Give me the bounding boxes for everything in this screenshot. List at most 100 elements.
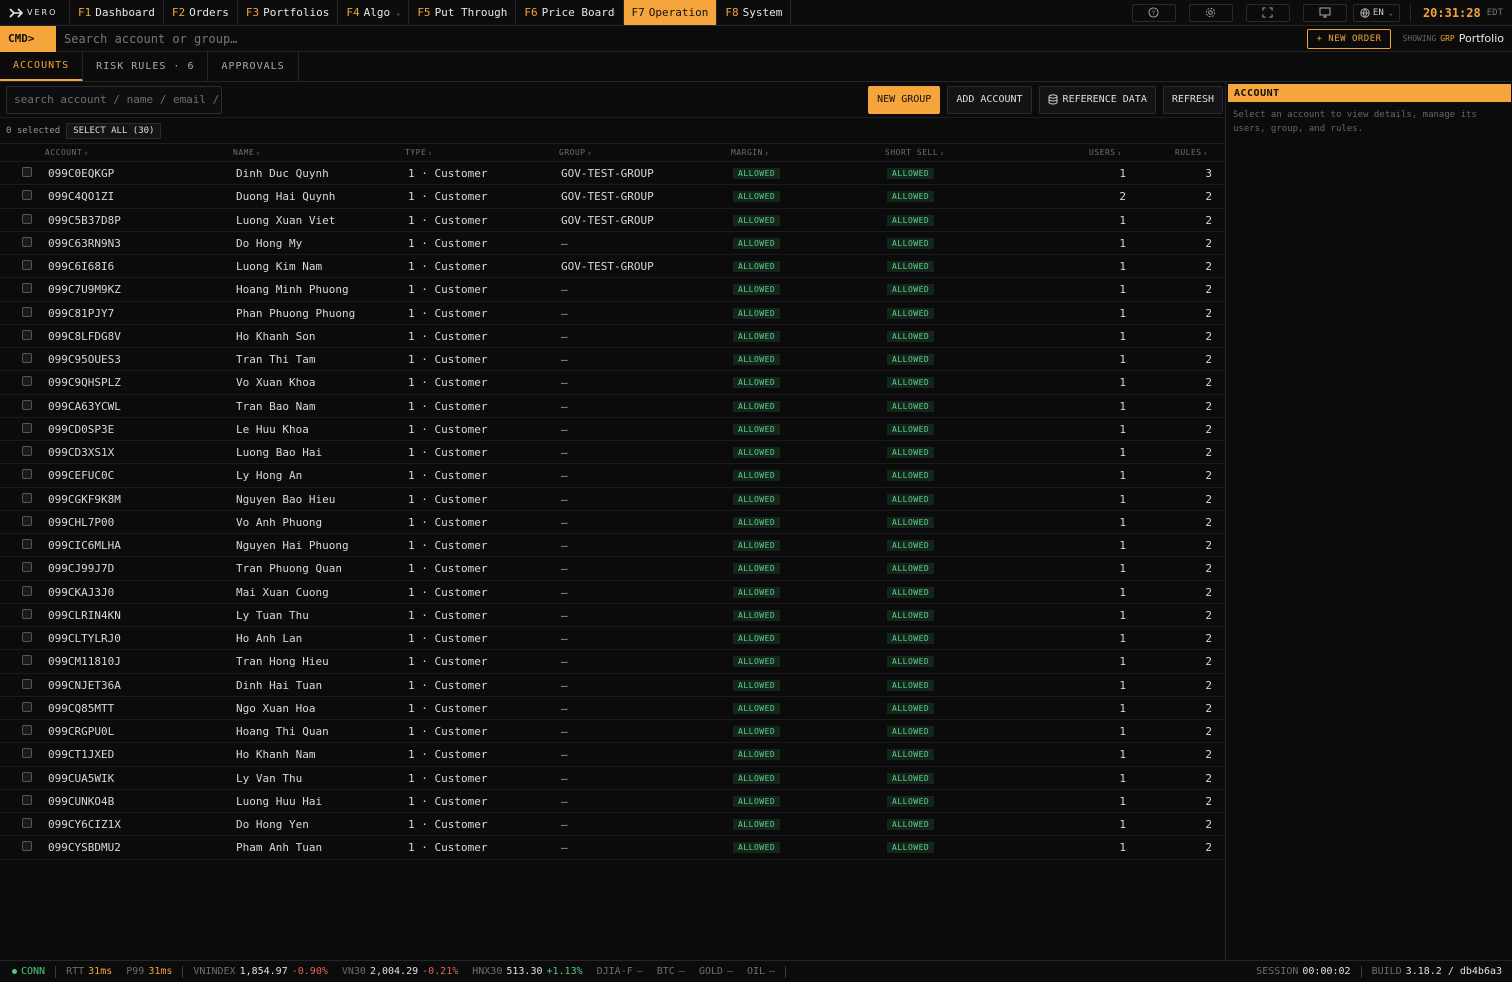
table-row[interactable]: 099CQ85MTT Ngo Xuan Hoa 1 · Customer — ALLOW… (0, 697, 1224, 720)
row-checkbox[interactable] (22, 492, 32, 503)
row-checkbox[interactable] (22, 446, 32, 456)
nav-tab-dashboard[interactable]: F1 Dashboard (70, 0, 164, 25)
row-checkbox[interactable] (22, 701, 32, 712)
p99-stat: P99 31ms (126, 966, 172, 977)
tab-approvals[interactable]: APPROVALS (208, 52, 299, 81)
reference-data-button[interactable]: REFERENCE DATA (1038, 85, 1156, 114)
table-row[interactable]: 099CJ99J7D Tran Phuong Quan 1 · Customer — A… (0, 557, 1224, 581)
table-row[interactable]: 099CLTYLRJ0 Ho Anh Lan 1 · Customer — ALLOWE… (0, 627, 1224, 651)
row-checkbox[interactable] (22, 841, 32, 852)
rules-cell: 2 (1205, 655, 1212, 669)
row-checkbox[interactable] (22, 562, 32, 573)
table-row[interactable]: 099CLRIN4KN Ly Tuan Thu 1 · Customer — ALLOW… (0, 604, 1224, 627)
tab-accounts[interactable]: ACCOUNTS (0, 52, 84, 81)
column-header-account[interactable]: ACCOUNT ⇕ (45, 148, 88, 157)
table-row[interactable]: 099CA63YCWL Tran Bao Nam 1 · Customer — ALLO… (0, 395, 1224, 418)
ticker-value: 513.30 (506, 966, 543, 977)
table-row[interactable]: 099CYSBDMU2 Pham Anh Tuan 1 · Customer — ALL… (0, 836, 1224, 860)
table-row[interactable]: 099C8LFDG8V Ho Khanh Son 1 · Customer — ALLO… (0, 325, 1224, 348)
table-row[interactable]: 099CIC6MLHA Nguyen Hai Phuong 1 · Customer… (0, 534, 1224, 558)
column-header-name[interactable]: NAME ⇕ (233, 148, 260, 157)
table-row[interactable]: 099C9QHSPLZ Vo Xuan Khoa 1 · Customer — ALLO… (0, 371, 1224, 395)
table-row[interactable]: 099CM11810J Tran Hong Hieu 1 · Customer — AL… (0, 650, 1224, 674)
table-row[interactable]: 099CEFUC0C Ly Hong An 1 · Customer — ALLOWED… (0, 464, 1224, 488)
nav-tab-portfolios[interactable]: F3 Portfolios (238, 0, 339, 25)
row-checkbox[interactable] (22, 632, 32, 642)
row-checkbox[interactable] (22, 818, 32, 828)
row-checkbox[interactable] (22, 678, 32, 689)
add-account-button[interactable]: ADD ACCOUNT (947, 85, 1032, 114)
row-checkbox[interactable] (22, 539, 32, 549)
column-header-users[interactable]: USERS ⇕ (1089, 148, 1122, 157)
language-selector[interactable]: EN ⌄ (1352, 3, 1400, 22)
command-input[interactable] (64, 31, 664, 46)
table-row[interactable]: 099CD3XS1X Luong Bao Hai 1 · Customer — ALLO… (0, 441, 1224, 465)
table-row[interactable]: 099C0EQKGP Dinh Duc Quynh 1 · Customer GOV-… (0, 162, 1224, 186)
row-checkbox[interactable] (22, 399, 32, 410)
table-row[interactable]: 099C95OUES3 Tran Thi Tam 1 · Customer — ALLO… (0, 348, 1224, 372)
row-checkbox[interactable] (22, 329, 32, 340)
table-row[interactable]: 099CY6CIZ1X Do Hong Yen 1 · Customer — ALLOW… (0, 813, 1224, 837)
account-search-input[interactable] (6, 85, 222, 114)
table-row[interactable]: 099CUNKO4B Luong Huu Hai 1 · Customer — ALLO… (0, 790, 1224, 813)
row-checkbox[interactable] (22, 260, 32, 270)
table-row[interactable]: 099C81PJY7 Phan Phuong Phuong 1 · Customer… (0, 302, 1224, 325)
tab-risk-rules[interactable]: RISK RULES · 6 (83, 52, 209, 81)
table-row[interactable]: 099C5B37D8P Luong Xuan Viet 1 · Customer GO… (0, 209, 1224, 232)
new-group-button[interactable]: NEW GROUP (868, 85, 941, 114)
table-row[interactable]: 099CHL7P00 Vo Anh Phuong 1 · Customer — ALLO… (0, 511, 1224, 534)
table-row[interactable]: 099C4QO1ZI Duong Hai Quynh 1 · Customer GOV… (0, 185, 1224, 209)
nav-tab-put-through[interactable]: F5 Put Through (409, 0, 517, 25)
nav-tab-system[interactable]: F8 System (717, 0, 792, 25)
row-checkbox[interactable] (22, 469, 32, 480)
table-row[interactable]: 099C6I68I6 Luong Kim Nam 1 · Customer GOV-T… (0, 255, 1224, 279)
nav-tab-price-board[interactable]: F6 Price Board (516, 0, 624, 25)
row-checkbox[interactable] (22, 771, 32, 782)
table-row[interactable]: 099C63RN9N3 Do Hong My 1 · Customer — ALLOWE… (0, 232, 1224, 255)
refresh-button[interactable]: REFRESH (1162, 85, 1223, 114)
logo[interactable]: VERO (0, 0, 70, 25)
column-header-rules[interactable]: RULES ⇕ (1175, 148, 1208, 157)
row-checkbox[interactable] (22, 585, 32, 596)
table-row[interactable]: 099CRGPU0L Hoang Thi Quan 1 · Customer — ALL… (0, 720, 1224, 744)
row-checkbox[interactable] (22, 655, 32, 666)
row-checkbox[interactable] (22, 725, 32, 735)
table-row[interactable]: 099CGKF9K8M Nguyen Bao Hieu 1 · Customer — A… (0, 488, 1224, 511)
table-row[interactable]: 099C7U9M9KZ Hoang Minh Phuong 1 · Customer… (0, 278, 1224, 302)
nav-tab-algo[interactable]: F4 Algo ⌄ (338, 0, 410, 25)
row-checkbox[interactable] (22, 283, 32, 294)
short-sell-badge: ALLOWED (887, 447, 935, 458)
account-cell: 099C63RN9N3 (48, 236, 121, 250)
new-order-button[interactable]: + NEW ORDER (1307, 28, 1391, 49)
row-checkbox[interactable] (22, 167, 32, 177)
table-row[interactable]: 099CNJET36A Dinh Hai Tuan 1 · Customer — ALL… (0, 674, 1224, 697)
column-header-group[interactable]: GROUP ⇕ (559, 148, 592, 157)
row-checkbox[interactable] (22, 306, 32, 317)
display-button[interactable] (1302, 3, 1347, 22)
row-checkbox[interactable] (22, 376, 32, 387)
row-checkbox[interactable] (22, 794, 32, 805)
fullscreen-button[interactable] (1245, 3, 1290, 22)
help-button[interactable]: ? (1131, 3, 1176, 22)
column-header-margin[interactable]: MARGIN ⇕ (731, 148, 769, 157)
row-checkbox[interactable] (22, 213, 32, 224)
row-checkbox[interactable] (22, 190, 32, 201)
column-header-short-sell[interactable]: SHORT SELL ⇕ (885, 148, 944, 157)
row-checkbox[interactable] (22, 515, 32, 526)
rules-cell: 2 (1205, 376, 1212, 390)
table-row[interactable]: 099CUA5WIK Ly Van Thu 1 · Customer — ALLOWED… (0, 767, 1224, 790)
row-checkbox[interactable] (22, 748, 32, 759)
row-checkbox[interactable] (22, 422, 32, 433)
table-row[interactable]: 099CKAJ3J0 Mai Xuan Cuong 1 · Customer — ALL… (0, 581, 1224, 604)
settings-button[interactable] (1188, 3, 1233, 22)
row-checkbox[interactable] (22, 236, 32, 247)
group-cell: GOV-TEST-GROUP (561, 190, 654, 204)
table-row[interactable]: 099CD0SP3E Le Huu Khoa 1 · Customer — ALLOWE… (0, 418, 1224, 441)
row-checkbox[interactable] (22, 608, 32, 619)
row-checkbox[interactable] (22, 353, 32, 363)
table-row[interactable]: 099CT1JXED Ho Khanh Nam 1 · Customer — ALLOW… (0, 743, 1224, 767)
column-header-type[interactable]: TYPE ⇕ (405, 148, 432, 157)
nav-tab-orders[interactable]: F2 Orders (164, 0, 238, 25)
nav-tab-operation[interactable]: F7 Operation (623, 0, 718, 25)
select-all-button[interactable]: SELECT ALL (30) (66, 122, 162, 139)
